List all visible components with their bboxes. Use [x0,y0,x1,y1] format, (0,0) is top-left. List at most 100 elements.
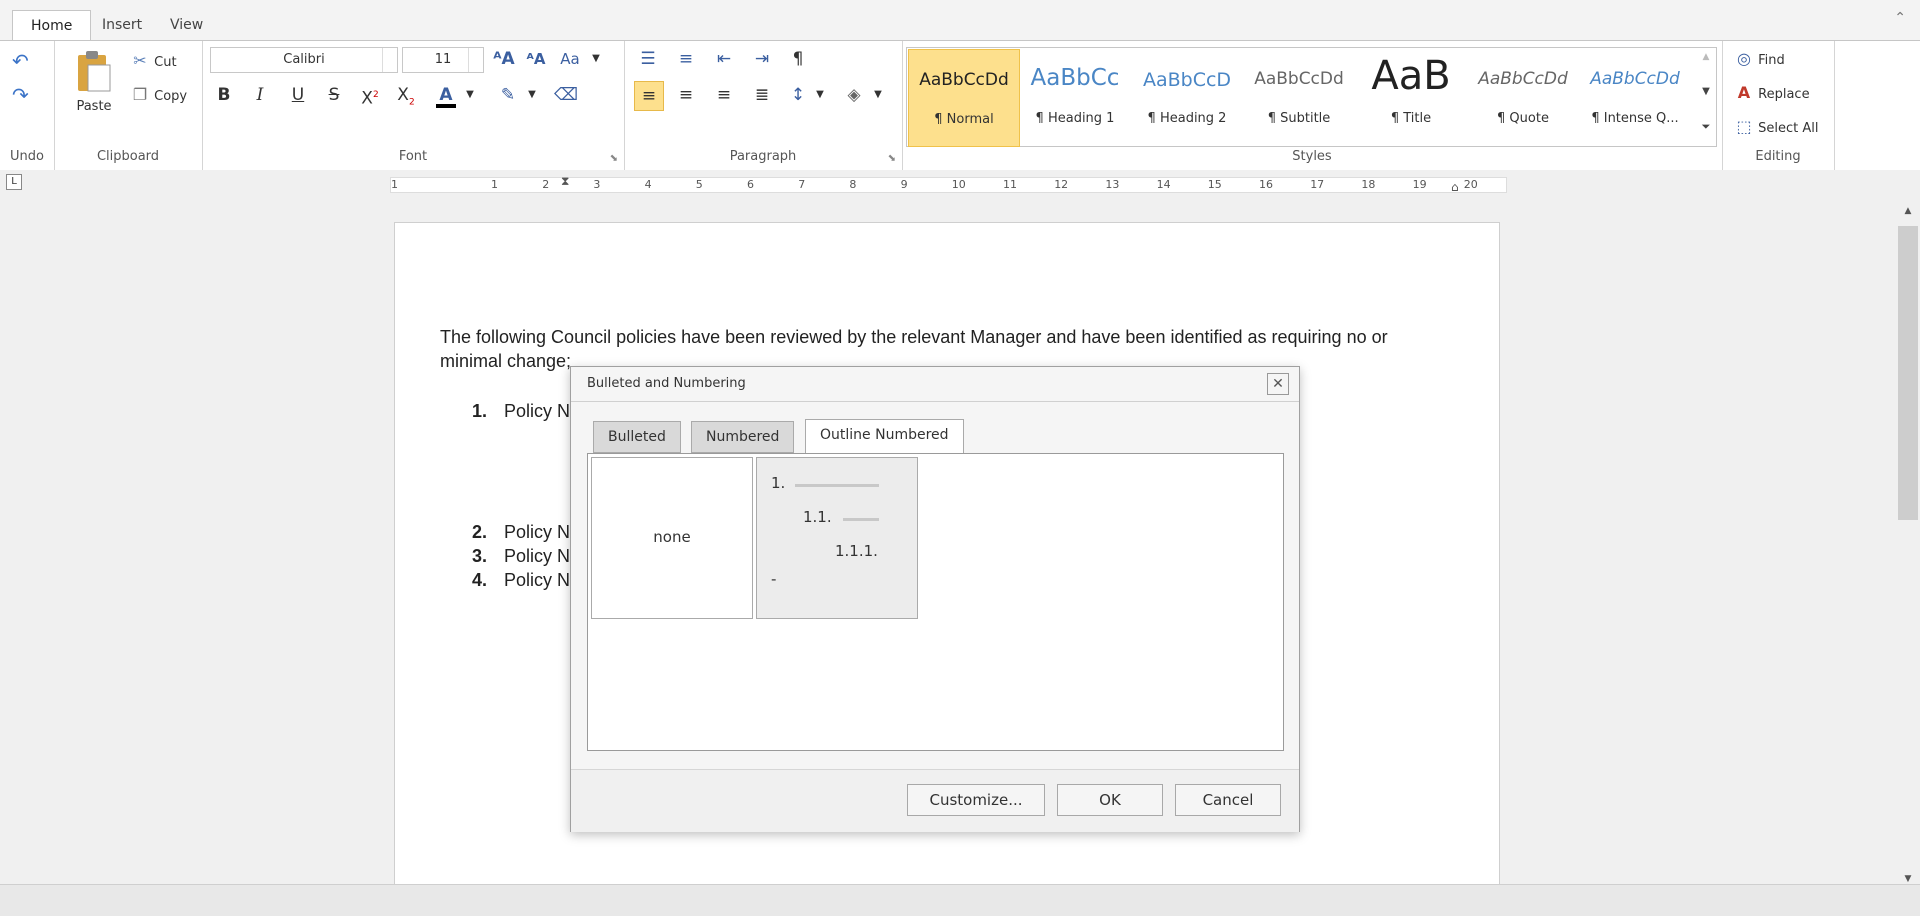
clipboard-group-label: Clipboard [96,149,160,164]
line-spacing-dropdown-icon[interactable]: ▼ [806,81,834,109]
list-item-number: 2. [472,522,488,542]
ruler-tick-label: 6 [747,178,754,191]
right-indent-marker-icon[interactable]: ⌂ [1451,180,1459,194]
style-title[interactable]: AaB ¶ Title [1356,49,1466,145]
style-subtitle[interactable]: AaBbCcDd ¶ Subtitle [1244,49,1354,145]
align-right-icon[interactable]: ≡ [710,81,738,109]
show-formatting-icon[interactable]: ¶ [784,45,812,73]
horizontal-ruler[interactable]: 1 1 2 3 4 5 6 7 8 9 10 11 12 13 14 15 16 17 18 19 20 ⧗ ⌂ [390,174,1507,194]
dialog-tab-outline-numbered[interactable]: Outline Numbered [805,419,964,453]
bulleted-numbering-dialog: Bulleted and Numbering ✕ Bulleted Number… [570,366,1300,832]
underline-icon[interactable]: U [284,81,312,109]
style-normal[interactable]: AaBbCcDd ¶ Normal [908,49,1020,147]
style-sample: AaBbCcDd [1478,69,1568,89]
italic-icon[interactable]: I [246,81,274,109]
undo-icon[interactable]: ↶ [12,49,29,73]
style-heading-2[interactable]: AaBbCcD ¶ Heading 2 [1132,49,1242,145]
subscript-icon[interactable]: X2 [392,81,420,109]
ribbon-tab-bar: Home Insert View ⌃ [0,0,1920,41]
intro-paragraph-line-2: minimal change; [440,351,572,371]
increase-indent-icon[interactable]: ⇥ [748,45,776,73]
change-case-dropdown-icon[interactable]: ▼ [582,45,610,73]
copy-button[interactable]: ❐ Copy [130,85,187,105]
outline-level-4: - [771,570,777,588]
numbering-icon[interactable]: ≡ [672,45,700,73]
find-button[interactable]: ◎ Find [1734,49,1785,69]
gallery-expand-icon[interactable]: ⏷ [1696,120,1716,134]
tab-insert[interactable]: Insert [84,10,160,40]
ruler-tick-label: 9 [900,178,908,191]
customize-button[interactable]: Customize... [907,784,1045,816]
scroll-up-icon[interactable]: ▲ [1896,206,1920,216]
cancel-button[interactable]: Cancel [1175,784,1281,816]
align-left-icon[interactable]: ≡ [634,81,664,111]
select-all-label: Select All [1758,121,1819,136]
style-heading-1[interactable]: AaBbCc ¶ Heading 1 [1020,49,1130,145]
dialog-tab-numbered[interactable]: Numbered [691,421,795,453]
bold-icon[interactable]: B [210,81,238,109]
ruler-tick-label: 20 [1463,178,1478,191]
list-style-options-panel: none 1. 1.1. 1.1.1. - [587,453,1284,751]
ruler-tick-label: 5 [695,178,703,191]
scrollbar-thumb[interactable] [1898,226,1918,520]
ruler-tick-label: 14 [1156,178,1171,191]
paste-button[interactable]: Paste [72,49,116,114]
style-intense-quote[interactable]: AaBbCcDd ¶ Intense Q... [1580,49,1690,145]
collapse-ribbon-icon[interactable]: ⌃ [1894,10,1906,26]
binoculars-icon: ◎ [1737,49,1751,68]
undo-group: ↶ ↷ Undo [0,41,55,170]
grow-font-icon[interactable]: ᴬA [490,45,518,73]
styles-group: AaBbCcDd ¶ Normal AaBbCc ¶ Heading 1 AaBbC… [902,41,1723,170]
select-all-icon: ⬚ [1736,117,1752,136]
tab-stop-selector-icon[interactable]: L [6,174,22,190]
shading-dropdown-icon[interactable]: ▼ [864,81,892,109]
tab-view[interactable]: View [152,10,221,40]
list-item-text: Policy N [504,522,571,542]
font-dialog-launcher-icon[interactable]: ⬊ [610,153,618,164]
none-label: none [653,528,691,546]
scroll-down-icon[interactable]: ▼ [1896,874,1920,884]
dialog-title-bar[interactable]: Bulleted and Numbering ✕ [571,367,1299,402]
strikethrough-icon[interactable]: S [320,81,348,109]
style-quote[interactable]: AaBbCcDd ¶ Quote [1468,49,1578,145]
cut-button[interactable]: ✂ Cut [130,51,177,71]
redo-icon[interactable]: ↷ [12,83,29,107]
align-center-icon[interactable]: ≡ [672,81,700,109]
style-sample: AaBbCcDd [1590,69,1680,89]
font-color-dropdown-icon[interactable]: ▼ [456,81,484,109]
clear-format-icon[interactable]: ⌫ [552,81,580,109]
decrease-indent-icon[interactable]: ⇤ [710,45,738,73]
superscript-icon[interactable]: X2 [356,81,384,109]
font-name-combo[interactable]: Calibri [210,47,398,73]
styles-gallery-scroller: ▲ ▼ ⏷ [1696,47,1717,147]
first-line-indent-marker-icon[interactable]: ⧗ [561,174,569,189]
font-group-label: Font [398,149,428,164]
tab-home[interactable]: Home [12,10,92,41]
dialog-tab-bulleted[interactable]: Bulleted [593,421,681,453]
select-all-button[interactable]: ⬚ Select All [1734,117,1819,137]
ruler-tick-label: 12 [1054,178,1069,191]
ruler-tick-label: 3 [593,178,601,191]
replace-button[interactable]: A Replace [1734,83,1810,103]
font-size-combo[interactable]: 11 [402,47,484,73]
find-label: Find [1758,53,1785,68]
close-icon[interactable]: ✕ [1267,373,1289,395]
highlight-dropdown-icon[interactable]: ▼ [518,81,546,109]
ruler-tick-label: 2 [542,178,550,191]
ruler-tick-label: 11 [1003,178,1017,191]
replace-label: Replace [1758,87,1810,102]
change-case-icon[interactable]: Aa [556,45,584,73]
styles-gallery: AaBbCcDd ¶ Normal AaBbCc ¶ Heading 1 AaBbC… [906,47,1698,147]
gallery-up-icon[interactable]: ▲ [1696,52,1716,62]
ok-button[interactable]: OK [1057,784,1163,816]
bullets-icon[interactable]: ☰ [634,45,662,73]
paragraph-dialog-launcher-icon[interactable]: ⬊ [888,153,896,164]
shrink-font-icon[interactable]: ᴬA [522,45,550,73]
list-option-none[interactable]: none [591,457,753,619]
style-sample: AaB [1371,53,1451,99]
cut-label: Cut [154,55,177,70]
list-option-outline[interactable]: 1. 1.1. 1.1.1. - [756,457,918,619]
justify-icon[interactable]: ≣ [748,81,776,109]
gallery-down-icon[interactable]: ▼ [1696,86,1716,97]
ruler-tick-label: 15 [1207,178,1222,191]
